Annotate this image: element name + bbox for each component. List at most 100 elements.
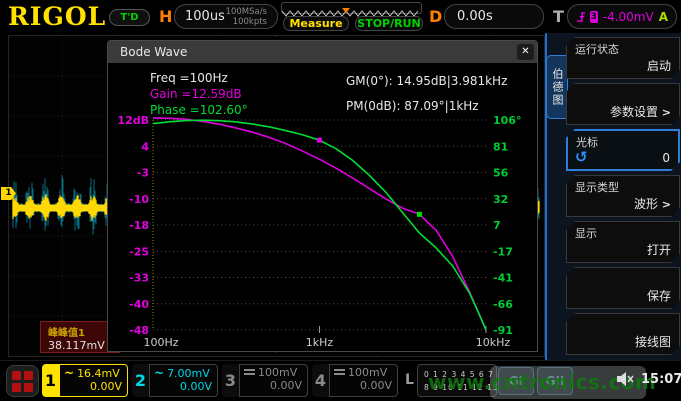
cursor-phase-readout: Phase =102.60°: [150, 103, 248, 117]
delay-value: 0.00s: [457, 9, 493, 24]
dialog-titlebar[interactable]: Bode Wave ✕: [108, 41, 537, 63]
left-axis-tick: -10: [129, 193, 149, 206]
channel-offset: 0.00V: [154, 380, 212, 393]
timebase-box[interactable]: 100us 100MSa/s 100kpts: [174, 4, 278, 29]
phase-margin-readout: PM(0dB): 87.09°|1kHz: [346, 99, 479, 113]
phase-curve: [153, 120, 486, 330]
menu-item-value: 波形 >: [634, 195, 671, 212]
gain-curve: [153, 118, 486, 330]
menu-item-label: 运行状态: [575, 41, 619, 57]
acquisition-info: 100MSa/s 100kpts: [226, 7, 267, 27]
trigger-level: -4.00mV: [603, 10, 654, 24]
channel-number: 4: [312, 364, 329, 397]
memory-depth: 100kpts: [233, 17, 267, 27]
menu-item-7[interactable]: 接线图: [566, 313, 680, 355]
channel-number: 3: [222, 364, 239, 397]
channel-offset: 0.00V: [334, 379, 392, 392]
timebase-value: 100us: [185, 9, 225, 24]
measure-button[interactable]: Measure: [283, 16, 349, 31]
trigger-box[interactable]: 3 -4.00mV A: [567, 4, 677, 29]
submenu-arrow-icon: >: [658, 106, 671, 119]
channel-number: 1: [42, 364, 59, 397]
trigger-slope-icon: [576, 10, 585, 23]
cursor-freq-readout: Freq =100Hz: [150, 71, 228, 85]
menu-item-value: 参数设置 >: [610, 103, 671, 120]
rotate-knob-icon: ↺: [575, 148, 588, 166]
right-axis-tick: -41: [493, 272, 513, 285]
channel-settings-box: 100mV0.00V: [239, 364, 308, 397]
menu-item-6[interactable]: 保存: [566, 267, 680, 309]
channel-scale: 7.00mV: [167, 367, 210, 380]
channel-4-indicator[interactable]: 4100mV0.00V: [312, 364, 398, 397]
right-axis-tick: 106°: [493, 114, 521, 127]
bode-wave-dialog: 12dB106°481-356-1032-187-25-17-33-41-40-…: [107, 40, 538, 352]
left-axis-tick: -18: [129, 219, 149, 232]
main-menu-button[interactable]: [6, 365, 39, 397]
submenu-arrow-icon: >: [658, 198, 671, 211]
delay-box[interactable]: 0.00s: [444, 4, 544, 29]
menu-item-label: 显示类型: [575, 179, 619, 195]
dc-coupling-icon: [334, 369, 345, 377]
channel-offset: 0.00V: [244, 379, 302, 392]
right-axis-tick: 7: [493, 219, 501, 232]
dc-coupling-icon: [244, 369, 255, 377]
channel-offset: 0.00V: [64, 380, 122, 393]
trigger-source-badge: 3: [590, 11, 598, 23]
horizontal-label: H: [159, 7, 172, 26]
channel-3-indicator[interactable]: 3100mV0.00V: [222, 364, 308, 397]
menu-item-4[interactable]: 显示类型波形 >: [566, 175, 680, 217]
trigger-position-icon: [342, 8, 350, 13]
x-axis-tick: 1kHz: [306, 336, 334, 349]
speaker-muted-icon[interactable]: [616, 371, 636, 387]
cursor-gain-readout: Gain =12.59dB: [150, 87, 242, 101]
left-axis-tick: -40: [129, 298, 149, 311]
channel-settings-box: 100mV0.00V: [329, 364, 398, 397]
bode-menu-tab[interactable]: 伯德图: [546, 55, 568, 119]
waveform-preview-bar[interactable]: [281, 2, 422, 14]
channel-settings-box: ~7.00mV0.00V: [149, 364, 218, 397]
menu-item-3[interactable]: 光标↺0: [566, 129, 680, 171]
channel-settings-box: ~16.4mV0.00V: [59, 364, 128, 397]
close-icon[interactable]: ✕: [517, 44, 534, 60]
channel-2-indicator[interactable]: 2~7.00mV0.00V: [132, 364, 218, 397]
right-axis-tick: 56: [493, 167, 509, 180]
channel-scale: 100mV: [348, 366, 387, 379]
menu-item-label: 显示: [575, 225, 597, 241]
margin-marker: [317, 138, 322, 143]
top-status-bar: RIGOL T'D H 100us 100MSa/s 100kpts Measu…: [0, 0, 681, 33]
channel-scale: 100mV: [258, 366, 297, 379]
x-axis-tick: 100Hz: [143, 336, 178, 349]
right-axis-tick: -66: [493, 298, 513, 311]
menu-item-5[interactable]: 显示打开: [566, 221, 680, 263]
stop-run-button[interactable]: STOP/RUN: [355, 16, 423, 31]
left-axis-tick: -33: [129, 272, 149, 285]
menu-item-2[interactable]: 参数设置 >: [566, 83, 680, 125]
dialog-title: Bode Wave: [120, 45, 187, 59]
left-axis-tick: 4: [141, 140, 149, 153]
menu-item-value: 打开: [647, 241, 671, 258]
rigol-logo: RIGOL: [8, 2, 106, 31]
left-axis-tick: -25: [129, 245, 149, 258]
right-axis-tick: 81: [493, 140, 508, 153]
bottom-status-bar: 1~16.4mV0.00V2~7.00mV0.00V3100mV0.00V410…: [0, 360, 681, 401]
channel-number: 2: [132, 364, 149, 397]
menu-item-value: 接线图: [635, 333, 671, 350]
menu-item-value: 保存: [647, 287, 671, 304]
menu-grid-icon: [12, 371, 21, 380]
menu-item-value: 启动: [647, 57, 671, 74]
ac-coupling-icon: ~: [154, 366, 164, 380]
logic-label: L: [402, 364, 417, 397]
left-axis-tick: 12dB: [117, 114, 149, 127]
right-axis-tick: -17: [493, 245, 513, 258]
ac-coupling-icon: ~: [64, 366, 74, 380]
trigger-coupling: A: [659, 10, 668, 24]
left-axis-tick: -3: [137, 167, 149, 180]
channel-scale: 16.4mV: [77, 367, 120, 380]
channel-1-indicator[interactable]: 1~16.4mV0.00V: [42, 364, 128, 397]
trigger-label: T: [553, 7, 564, 26]
clock: 15:07: [641, 372, 681, 387]
menu-item-1[interactable]: 运行状态启动: [566, 37, 680, 79]
x-axis-tick: 10kHz: [476, 336, 511, 349]
delay-label: D: [429, 7, 442, 26]
menu-sidebar: 伯德图 运行状态启动参数设置 >光标↺0显示类型波形 >显示打开保存接线图: [545, 33, 681, 360]
